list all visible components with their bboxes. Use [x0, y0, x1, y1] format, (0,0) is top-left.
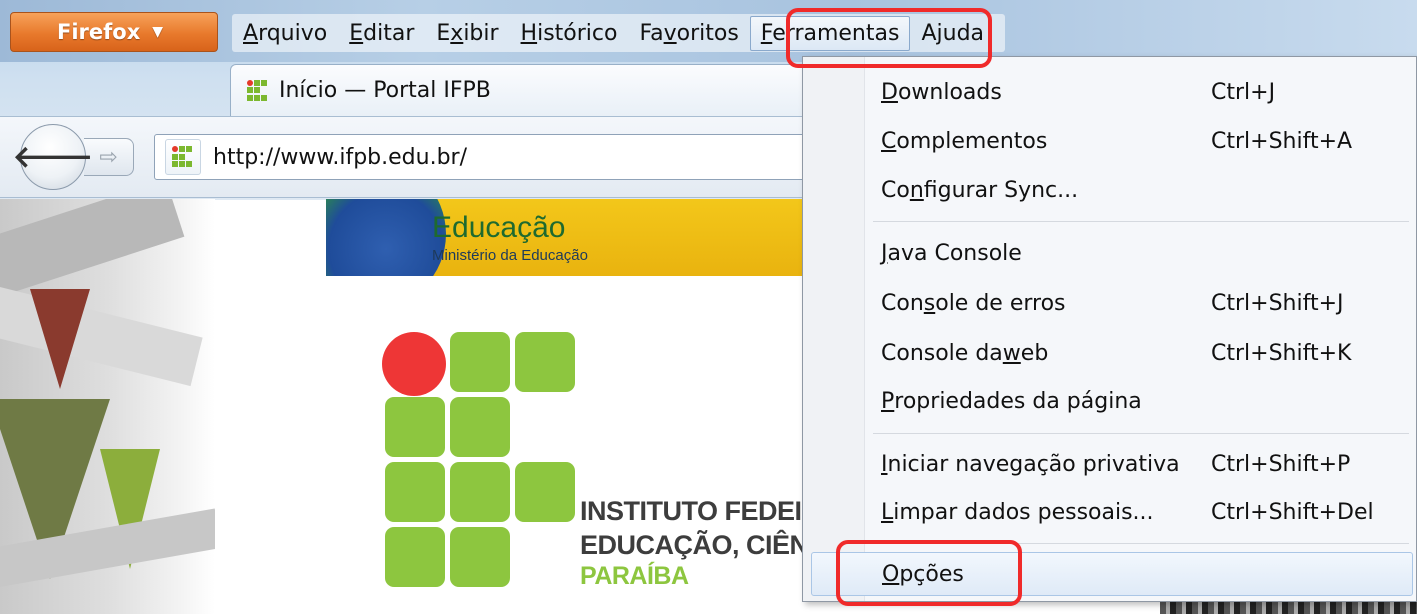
firefox-menu-button[interactable]: Firefox ▼ — [10, 12, 218, 52]
logo-square — [385, 527, 445, 587]
logo-square — [450, 462, 510, 522]
back-button[interactable]: 🡐 — [13, 124, 93, 190]
tab-inicio-portal-ifpb[interactable]: Início — Portal IFPB — [230, 64, 810, 116]
menu-separator — [873, 433, 1409, 434]
menu-editar[interactable]: Editar — [338, 16, 425, 51]
menu-item-limpar-dados-pessoais[interactable]: Limpar dados pessoais... Ctrl+Shift+Del — [881, 490, 1411, 534]
logo-square — [385, 397, 445, 457]
highlight-ferramentas-menu — [786, 8, 992, 68]
menu-favoritos[interactable]: Favoritos — [628, 16, 749, 51]
menu-item-configurar-sync[interactable]: Co n figurar Sync... — [881, 168, 1411, 212]
shortcut-label: Ctrl+Shift+P — [1211, 451, 1351, 477]
institution-name-line2: EDUCAÇÃO, CIÊN — [580, 530, 809, 560]
banner-subtitle: Ministério da Educação — [432, 247, 588, 264]
menu-separator — [873, 221, 1409, 222]
banner-title: Educação — [432, 211, 566, 244]
chevron-down-icon: ▼ — [152, 24, 164, 40]
menu-historico[interactable]: Histórico — [510, 16, 629, 51]
logo-red-circle — [382, 332, 446, 396]
firefox-button-label: Firefox — [57, 20, 141, 44]
decorative-side-art — [0, 199, 215, 614]
institution-state: PARAÍBA — [580, 562, 689, 590]
menu-item-console-da-web[interactable]: Console da w eb Ctrl+Shift+K — [881, 331, 1411, 375]
forward-arrow-icon: ⇨ — [99, 144, 118, 170]
menu-icon-gutter — [803, 57, 865, 601]
institution-name-line1: INSTITUTO FEDEI — [580, 496, 802, 526]
logo-square — [515, 332, 575, 392]
menu-item-java-console[interactable]: Java Console — [881, 231, 1411, 275]
menu-exibir[interactable]: Exibir — [425, 16, 509, 51]
menu-item-propriedades-da-pagina[interactable]: Propriedades da página — [881, 379, 1411, 423]
menu-item-console-de-erros[interactable]: Con s ole de erros Ctrl+Shift+J — [881, 281, 1411, 325]
shortcut-label: Ctrl+Shift+A — [1211, 128, 1353, 154]
menu-item-navegacao-privativa[interactable]: Iniciar navegação privativa Ctrl+Shift+P — [881, 442, 1411, 486]
menu-arquivo[interactable]: Arquivo — [232, 16, 338, 51]
tools-menu-dropdown: Downloads Ctrl+J Complementos Ctrl+Shift… — [802, 56, 1417, 602]
brazil-flag-swoosh-icon — [326, 199, 446, 276]
shortcut-label: Ctrl+Shift+Del — [1211, 499, 1374, 525]
logo-square — [385, 462, 445, 522]
menu-item-downloads[interactable]: Downloads Ctrl+J — [881, 70, 1411, 114]
url-bar[interactable]: http://www.ifpb.edu.br/ — [154, 134, 814, 180]
logo-square — [450, 397, 510, 457]
ifpb-favicon-icon — [247, 79, 269, 102]
logo-square — [450, 527, 510, 587]
shortcut-label: Ctrl+Shift+K — [1211, 340, 1352, 366]
back-arrow-icon: 🡐 — [12, 140, 94, 175]
logo-square — [450, 332, 510, 392]
logo-square — [515, 462, 575, 522]
site-identity-button[interactable] — [165, 139, 201, 175]
ifpb-favicon-icon — [172, 146, 194, 168]
url-text: http://www.ifpb.edu.br/ — [213, 144, 467, 170]
ministerio-educacao-banner[interactable]: Educação Ministério da Educação — [326, 199, 814, 276]
menu-item-complementos[interactable]: Complementos Ctrl+Shift+A — [881, 119, 1411, 163]
tab-title: Início — Portal IFPB — [279, 78, 491, 103]
highlight-opcoes-item — [836, 540, 1022, 606]
shortcut-label: Ctrl+J — [1211, 79, 1276, 105]
shortcut-label: Ctrl+Shift+J — [1211, 290, 1344, 316]
